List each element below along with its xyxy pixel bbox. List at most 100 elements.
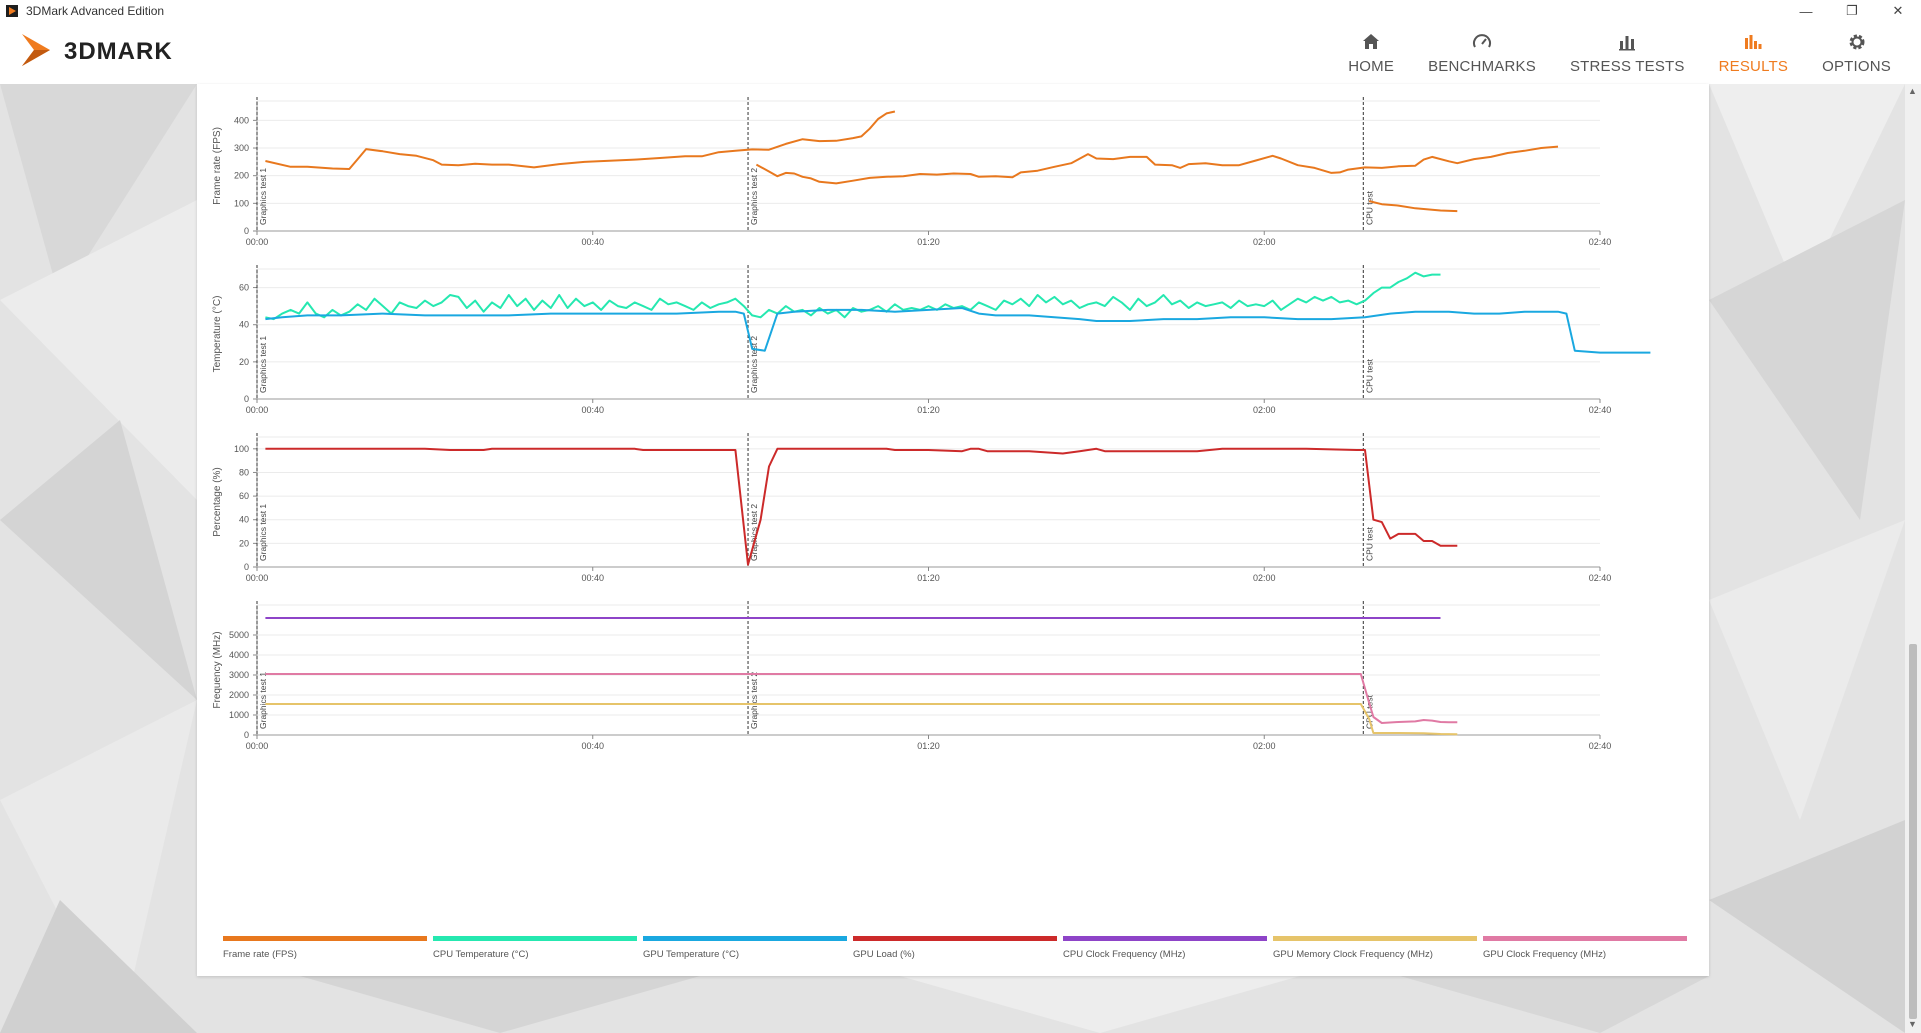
y-tick-label: 3000 — [229, 670, 249, 680]
y-tick-label: 60 — [239, 283, 249, 293]
legend-swatch — [1273, 936, 1477, 941]
chart-panel-2: 0 20 40 60 Temperature (°C) 00:00 00:40 01:20 02… — [212, 265, 1651, 415]
x-tick-label: 00:40 — [581, 405, 604, 415]
y-tick-label: 0 — [244, 562, 249, 572]
test-marker-label: CPU test — [1364, 358, 1374, 393]
legend-swatch — [853, 936, 1057, 941]
close-button[interactable]: ✕ — [1875, 0, 1921, 22]
legend-swatch — [1063, 936, 1267, 941]
legend-label: GPU Memory Clock Frequency (MHz) — [1273, 949, 1433, 960]
y-tick-label: 100 — [234, 198, 249, 208]
x-tick-label: 00:40 — [581, 573, 604, 583]
scroll-up-icon[interactable]: ▲ — [1908, 86, 1917, 96]
3dmark-logo[interactable]: 3DMARK — [20, 30, 225, 76]
y-tick-label: 400 — [234, 115, 249, 125]
test-marker-label: CPU test — [1364, 526, 1374, 561]
x-tick-label: 01:20 — [917, 573, 940, 583]
legend-label: CPU Clock Frequency (MHz) — [1063, 949, 1186, 960]
test-marker-label: Graphics test 1 — [258, 336, 268, 393]
nav-home-label: HOME — [1348, 57, 1395, 75]
nav-benchmarks[interactable]: BENCHMARKS — [1428, 22, 1536, 84]
x-tick-label: 00:00 — [246, 741, 269, 751]
legend-swatch — [643, 936, 847, 941]
x-tick-label: 02:00 — [1253, 741, 1276, 751]
nav-results[interactable]: RESULTS — [1719, 22, 1788, 84]
restore-button[interactable]: ❐ — [1829, 0, 1875, 22]
y-tick-label: 20 — [239, 538, 249, 548]
y-tick-label: 0 — [244, 730, 249, 740]
x-tick-label: 00:00 — [246, 405, 269, 415]
gear-icon — [1849, 34, 1865, 49]
x-tick-label: 02:00 — [1253, 405, 1276, 415]
legend-label: Frame rate (FPS) — [223, 949, 297, 960]
y-tick-label: 2000 — [229, 690, 249, 700]
test-marker-label: Graphics test 2 — [749, 168, 759, 225]
series-line-gpu-clock-frequency-mhz- — [265, 673, 1458, 724]
chart-panel-3: 0 20 40 60 80 100 Percentage (%) 00:00 00:40 01:2… — [212, 433, 1611, 583]
series-line-gpu-load- — [265, 447, 1458, 566]
legend-item[interactable]: Frame rate (FPS) — [223, 936, 431, 960]
y-tick-label: 40 — [239, 320, 249, 330]
window-titlebar: 3DMark Advanced Edition — ❐ ✕ — [0, 0, 1921, 22]
y-axis-label: Frequency (MHz) — [212, 631, 223, 708]
chart-legend: Frame rate (FPS) CPU Temperature (°C) GPU … — [223, 936, 1693, 960]
y-tick-label: 4000 — [229, 650, 249, 660]
bars-icon — [1619, 35, 1636, 50]
y-axis-label: Temperature (°C) — [212, 296, 223, 373]
nav-home[interactable]: HOME — [1348, 22, 1394, 84]
legend-label: GPU Load (%) — [853, 949, 915, 960]
x-tick-label: 00:00 — [246, 573, 269, 583]
logo-text: 3DMARK — [64, 38, 173, 65]
test-marker-label: Graphics test 1 — [258, 672, 268, 729]
nav-results-label: RESULTS — [1718, 57, 1789, 75]
y-tick-label: 80 — [239, 467, 249, 477]
app-header: 3DMARK HOME BENCHMARKS STRESS TESTS RESU… — [0, 22, 1921, 84]
vertical-scrollbar[interactable]: ▲ ▼ — [1905, 84, 1921, 1033]
speedometer-icon — [1473, 33, 1491, 47]
x-tick-label: 02:00 — [1253, 573, 1276, 583]
scroll-down-icon[interactable]: ▼ — [1908, 1019, 1917, 1029]
x-tick-label: 00:40 — [581, 237, 604, 247]
chart-panel-4: 0 1000 2000 3000 4000 5000 Frequency (MHz) 00:0… — [212, 601, 1611, 751]
nav-benchmarks-label: BENCHMARKS — [1428, 57, 1536, 75]
test-marker-label: CPU test — [1364, 190, 1374, 225]
home-icon — [1363, 33, 1380, 49]
x-tick-label: 01:20 — [917, 405, 940, 415]
series-line-gpu-memory-clock-frequency-mhz- — [265, 703, 1458, 736]
y-tick-label: 200 — [234, 171, 249, 181]
legend-item[interactable]: GPU Load (%) — [853, 936, 1061, 960]
legend-item[interactable]: GPU Temperature (°C) — [643, 936, 851, 960]
y-axis-label: Frame rate (FPS) — [212, 127, 223, 205]
test-marker-label: Graphics test 1 — [258, 168, 268, 225]
y-tick-label: 40 — [239, 515, 249, 525]
y-tick-label: 300 — [234, 143, 249, 153]
series-line-frame-rate-fps- — [1368, 200, 1458, 213]
chart-panel-1: 0 100 200 300 400 Frame rate (FPS) 00:00 00:40 0… — [212, 97, 1611, 247]
x-tick-label: 01:20 — [917, 237, 940, 247]
test-marker-label: Graphics test 1 — [258, 504, 268, 561]
scrollbar-thumb[interactable] — [1909, 644, 1917, 1019]
window-controls: — ❐ ✕ — [1783, 0, 1921, 22]
series-line-cpu-temperature-c- — [265, 271, 1441, 321]
results-chart-panel: 0 100 200 300 400 Frame rate (FPS) 00:00 00:40 0… — [197, 84, 1709, 976]
main-nav: HOME BENCHMARKS STRESS TESTS RESULTS OPT… — [1314, 22, 1891, 84]
legend-item[interactable]: CPU Clock Frequency (MHz) — [1063, 936, 1271, 960]
minimize-button[interactable]: — — [1783, 0, 1829, 22]
nav-stress-tests[interactable]: STRESS TESTS — [1570, 22, 1685, 84]
x-tick-label: 01:20 — [917, 741, 940, 751]
y-tick-label: 60 — [239, 491, 249, 501]
legend-item[interactable]: GPU Memory Clock Frequency (MHz) — [1273, 936, 1481, 960]
nav-options-label: OPTIONS — [1822, 57, 1891, 75]
y-tick-label: 100 — [234, 444, 249, 454]
y-tick-label: 1000 — [229, 710, 249, 720]
legend-item[interactable]: GPU Clock Frequency (MHz) — [1483, 936, 1691, 960]
nav-options[interactable]: OPTIONS — [1822, 22, 1891, 84]
legend-swatch — [433, 936, 637, 941]
series-line-frame-rate-fps- — [755, 145, 1559, 185]
legend-item[interactable]: CPU Temperature (°C) — [433, 936, 641, 960]
y-tick-label: 5000 — [229, 630, 249, 640]
x-tick-label: 00:40 — [581, 741, 604, 751]
legend-label: GPU Clock Frequency (MHz) — [1483, 949, 1606, 960]
x-tick-label: 02:40 — [1589, 405, 1612, 415]
test-marker-label: Graphics test 2 — [749, 672, 759, 729]
